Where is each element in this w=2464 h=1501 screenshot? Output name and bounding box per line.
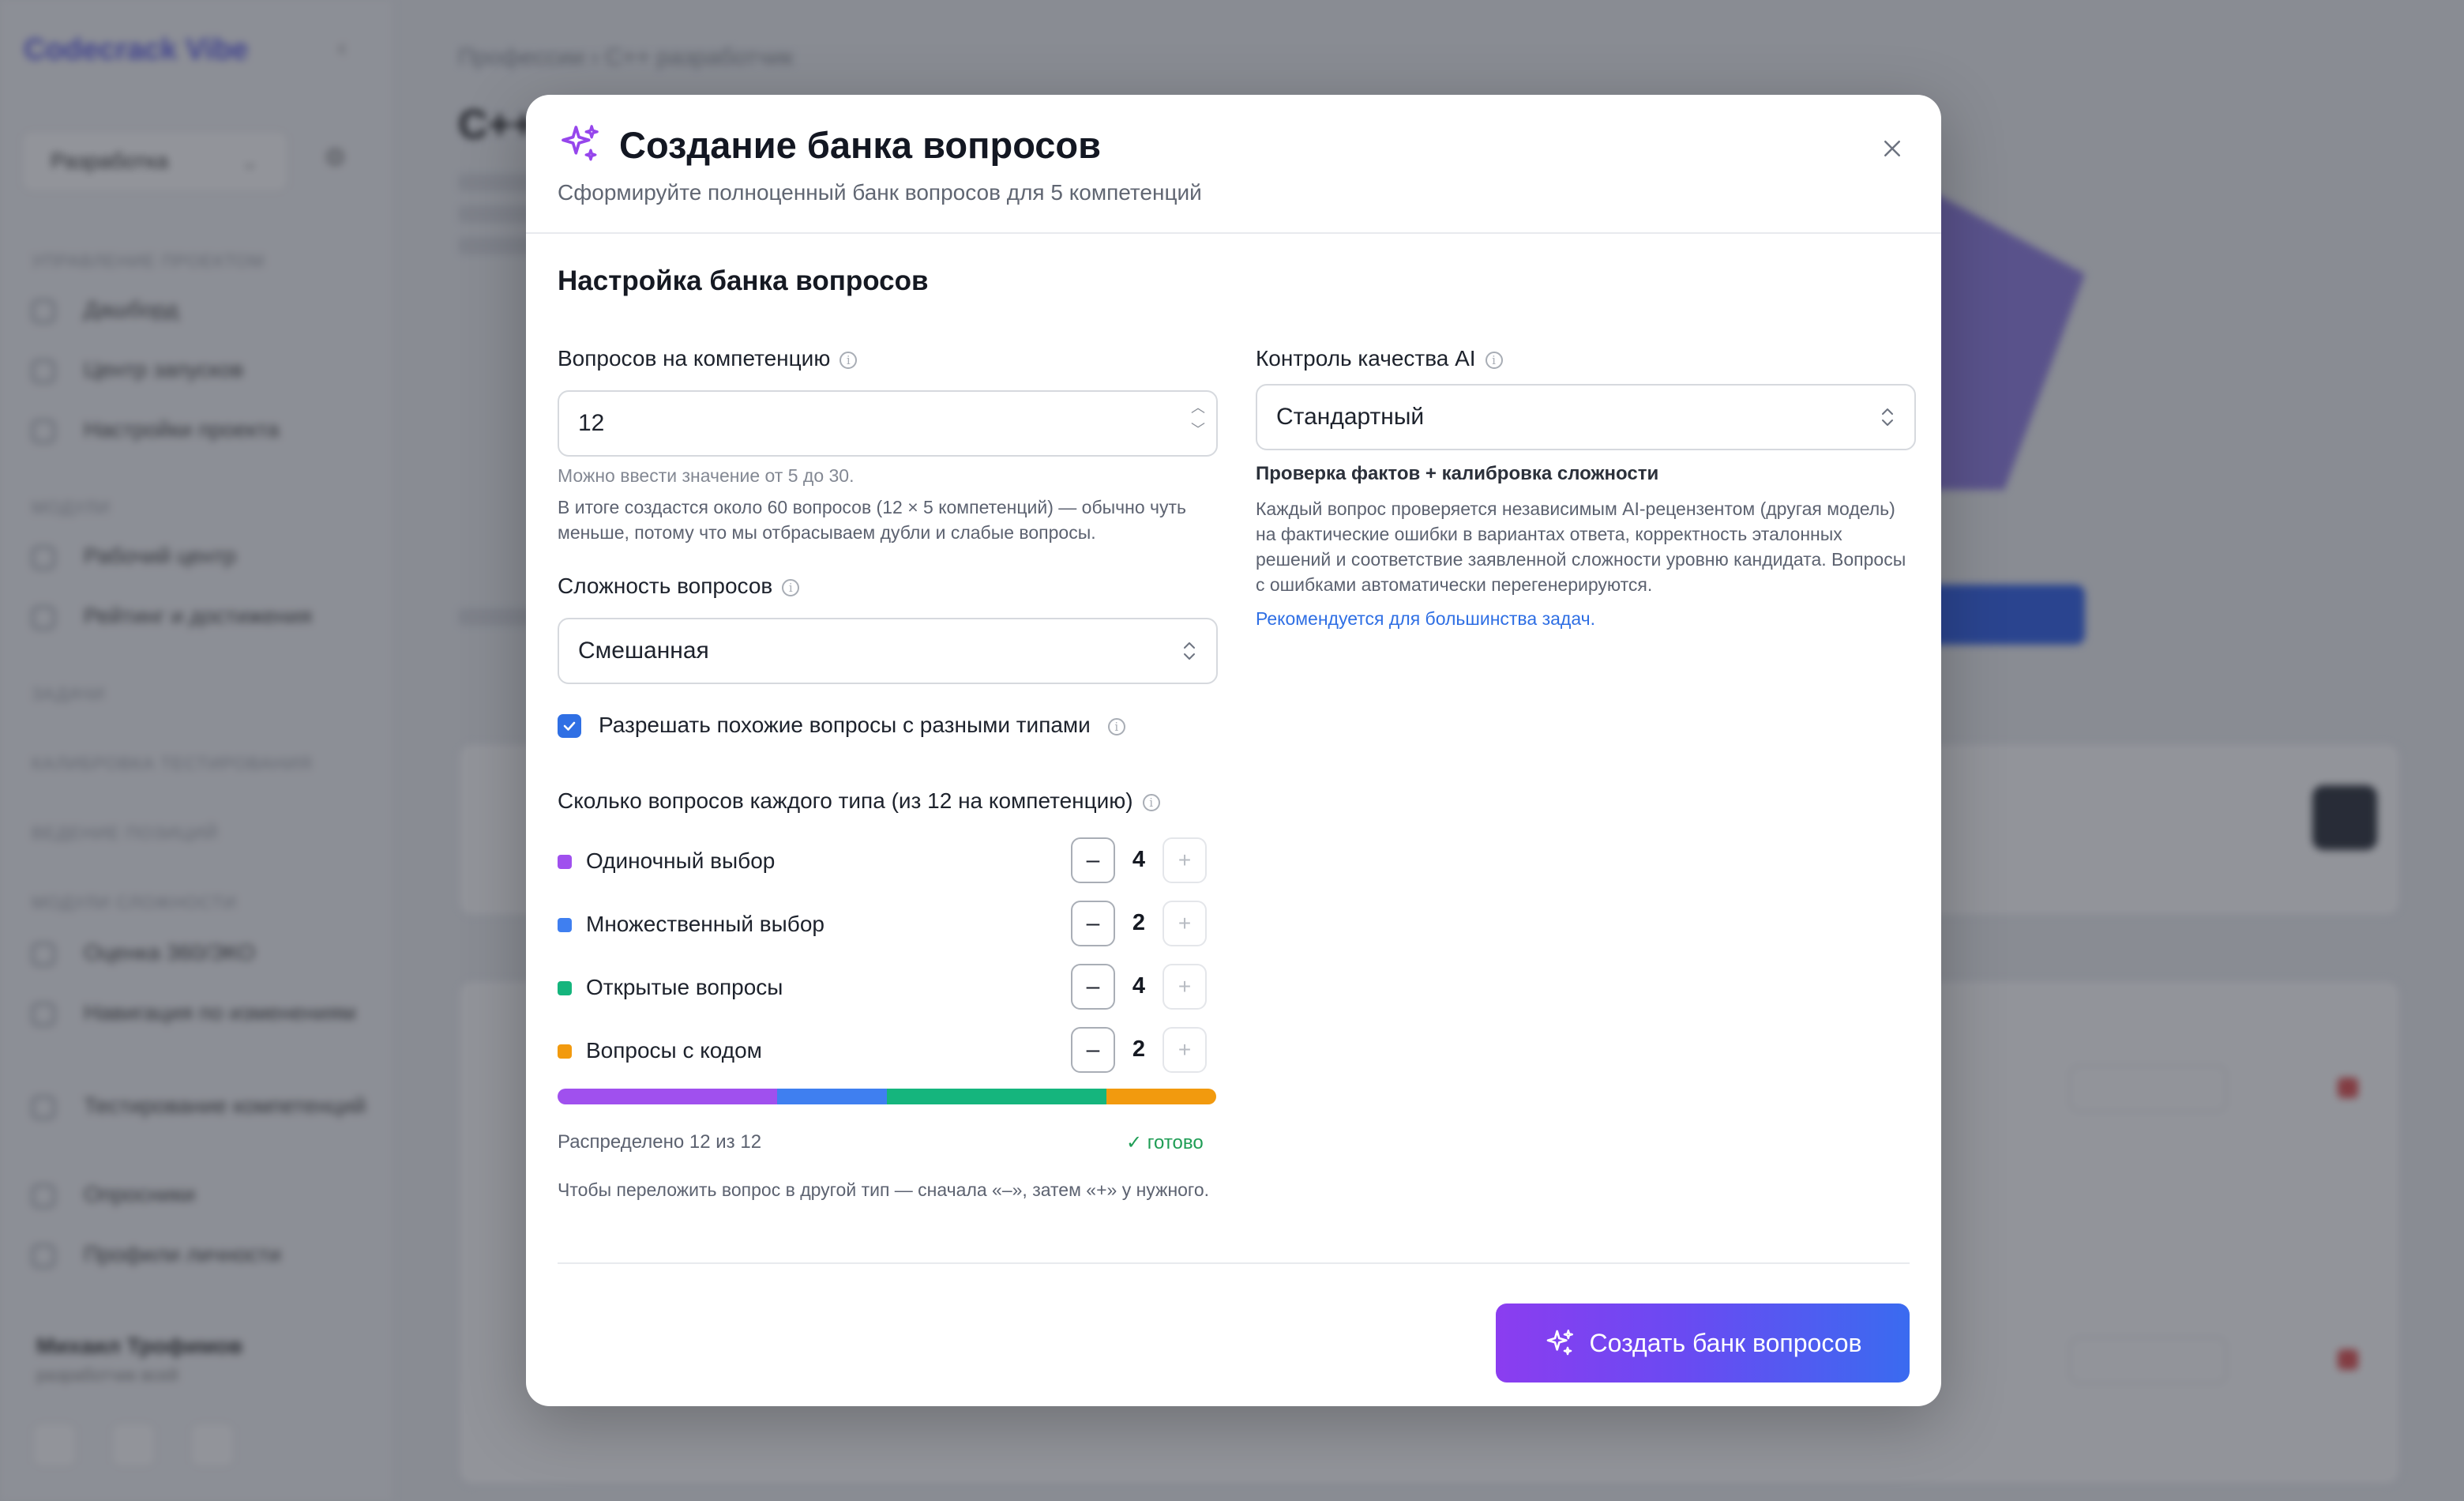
type-row-single: Одиночный выбор – 4 +: [558, 837, 1218, 886]
distribution-segment: [776, 1089, 887, 1104]
info-icon[interactable]: i: [1485, 351, 1503, 369]
modal-header: Создание банка вопросов Сформируйте полн…: [526, 95, 1941, 234]
increment-button[interactable]: +: [1163, 901, 1207, 946]
quality-label: Контроль качества AI i: [1256, 346, 1503, 371]
questions-per-competency-input[interactable]: 12 ︿ ﹀: [558, 390, 1218, 457]
range-hint: Можно ввести значение от 5 до 30.: [558, 465, 855, 486]
quality-select[interactable]: Стандартный: [1256, 384, 1916, 450]
decrement-button[interactable]: –: [1071, 964, 1115, 1010]
increment-button[interactable]: +: [1163, 837, 1207, 883]
type-label: Множественный выбор: [586, 912, 824, 936]
type-row-open: Открытые вопросы – 4 +: [558, 964, 1218, 1013]
quality-title: Проверка фактов + калибровка сложности: [1256, 463, 1659, 484]
questions-per-competency-label: Вопросов на компетенцию i: [558, 346, 858, 371]
increment-button[interactable]: +: [1163, 1027, 1207, 1073]
type-label: Вопросы с кодом: [586, 1038, 762, 1063]
sparkles-icon: [562, 125, 599, 161]
allow-similar-checkbox[interactable]: [558, 714, 581, 738]
section-title: Настройка банка вопросов: [558, 265, 929, 296]
type-count: 4: [1132, 847, 1146, 872]
question-bank-modal: Создание банка вопросов Сформируйте полн…: [526, 95, 1941, 1406]
difficulty-select[interactable]: Смешанная: [558, 618, 1218, 684]
types-hint: Чтобы переложить вопрос в другой тип — с…: [558, 1179, 1210, 1200]
modal-title: Создание банка вопросов: [619, 124, 1102, 166]
distribution-segment: [1106, 1089, 1216, 1104]
decrement-button[interactable]: –: [1071, 901, 1115, 946]
info-icon[interactable]: i: [1142, 793, 1160, 811]
decrement-button[interactable]: –: [1071, 1027, 1115, 1073]
distribution-segment: [886, 1089, 1106, 1104]
footer-divider: [558, 1262, 1910, 1264]
chevron-up-icon[interactable]: ︿: [1191, 400, 1205, 416]
decrement-button[interactable]: –: [1071, 837, 1115, 883]
create-bank-label: Создать банк вопросов: [1589, 1328, 1862, 1357]
select-arrows-icon: [1882, 408, 1893, 426]
close-icon[interactable]: [1869, 125, 1916, 172]
quality-description: Каждый вопрос проверяется независимым AI…: [1256, 498, 1906, 595]
type-label: Открытые вопросы: [586, 975, 783, 999]
info-icon[interactable]: i: [782, 578, 800, 596]
type-count: 2: [1132, 1036, 1146, 1062]
number-stepper[interactable]: ︿ ﹀: [1191, 400, 1205, 438]
type-color-dot: [558, 1044, 572, 1059]
select-arrows-icon: [1184, 642, 1195, 660]
allow-similar-label[interactable]: Разрешать похожие вопросы с разными типа…: [599, 713, 1125, 738]
type-label: Одиночный выбор: [586, 848, 776, 873]
type-row-multiple: Множественный выбор – 2 +: [558, 901, 1218, 950]
create-bank-button[interactable]: Создать банк вопросов: [1496, 1304, 1910, 1382]
check-icon: [563, 721, 576, 731]
type-count: 2: [1132, 910, 1146, 935]
sparkles-icon: [1546, 1330, 1573, 1356]
chevron-down-icon[interactable]: ﹀: [1191, 422, 1205, 438]
type-count: 4: [1132, 973, 1146, 999]
distribution-done: ✓ готово: [1126, 1132, 1204, 1153]
difficulty-label: Сложность вопросов i: [558, 574, 800, 599]
distribution-segment: [558, 1089, 777, 1104]
modal-subtitle: Сформируйте полноценный банк вопросов дл…: [558, 180, 1202, 205]
type-color-dot: [558, 918, 572, 932]
info-icon[interactable]: i: [839, 351, 858, 369]
type-color-dot: [558, 981, 572, 995]
type-color-dot: [558, 855, 572, 869]
types-label: Сколько вопросов каждого типа (из 12 на …: [558, 788, 1160, 814]
total-hint: В итоге создастся около 60 вопросов (12 …: [558, 497, 1187, 543]
distribution-bar: [558, 1089, 1216, 1104]
distribution-label: Распределено 12 из 12: [558, 1131, 762, 1153]
quality-recommendation: Рекомендуется для большинства задач.: [1256, 608, 1595, 629]
type-row-code: Вопросы с кодом – 2 +: [558, 1027, 1218, 1076]
increment-button[interactable]: +: [1163, 964, 1207, 1010]
info-icon[interactable]: i: [1107, 717, 1125, 735]
